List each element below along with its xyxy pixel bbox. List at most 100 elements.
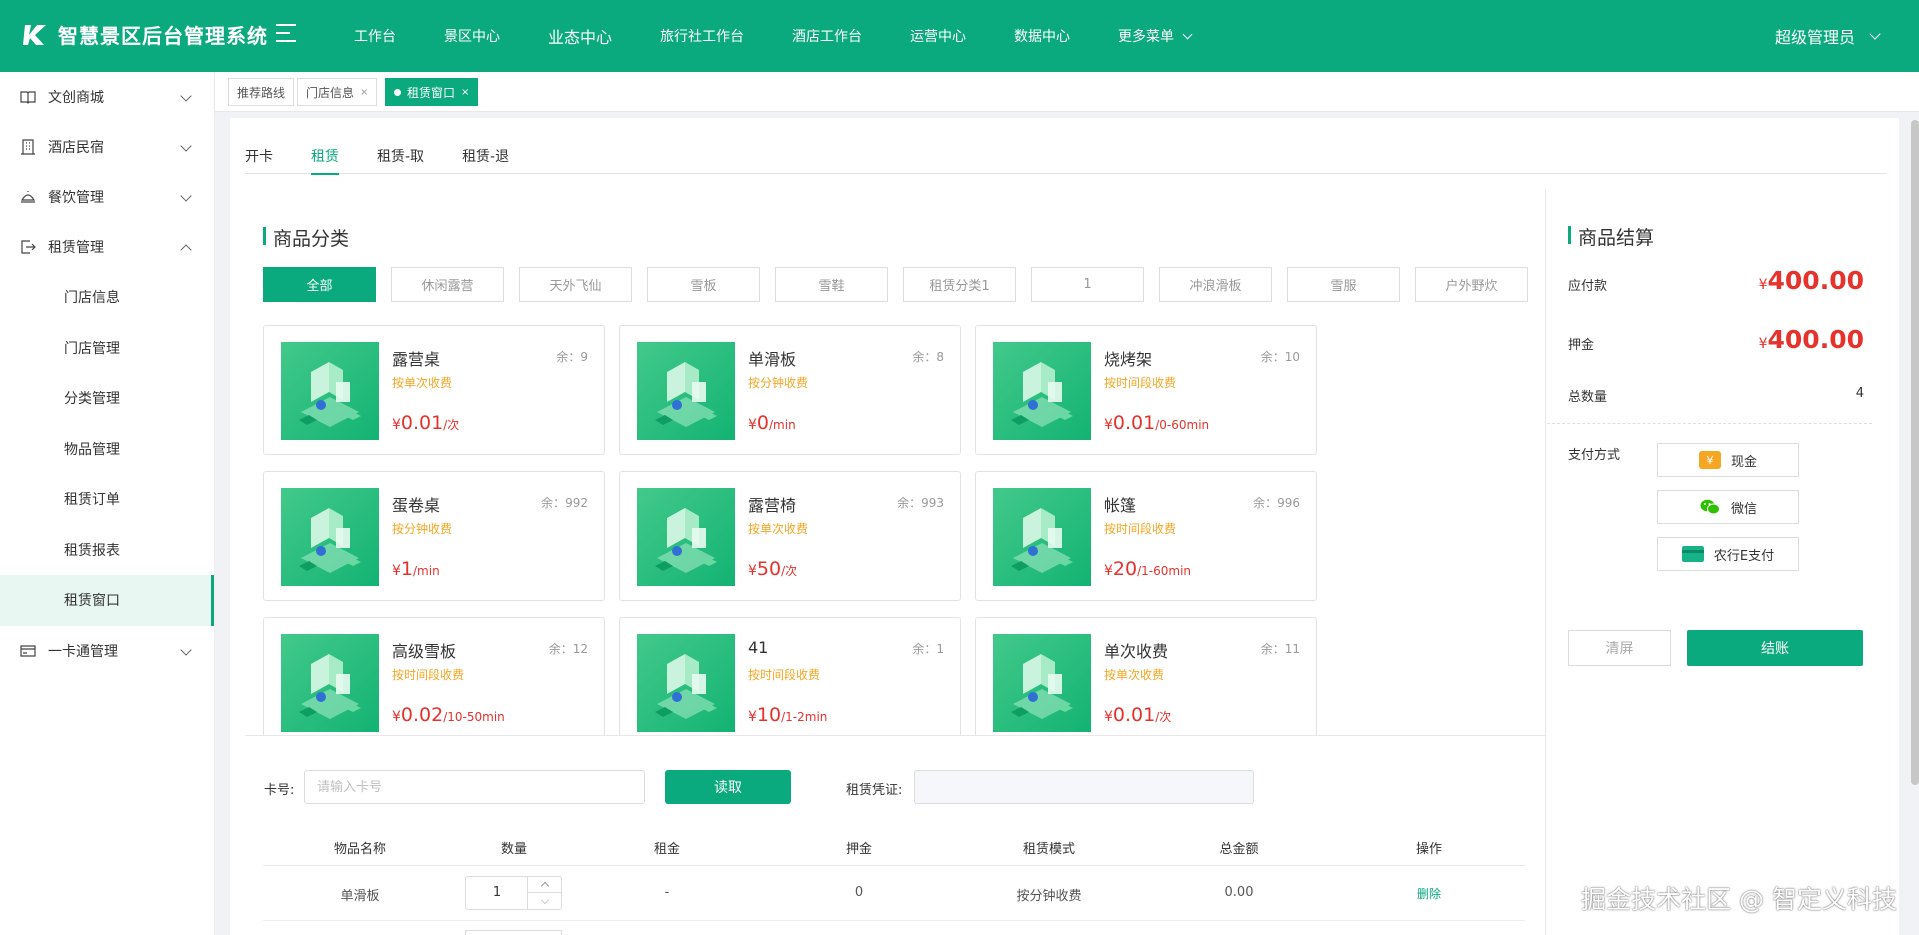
sidebar-item-rental-window[interactable]: 租赁窗口 — [0, 575, 214, 626]
sidebar-item-store-info[interactable]: 门店信息 — [0, 272, 214, 323]
tag-label: 门店信息 — [306, 85, 355, 100]
goods-card[interactable]: 高级雪板 余：12 按时间段收费 ¥0.02/10-50min — [263, 617, 605, 735]
sidebar-item-rental-report[interactable]: 租赁报表 — [0, 525, 214, 576]
sub-tabs: 开卡 租赁 租赁-取 租赁-退 — [245, 140, 1887, 175]
goods-card[interactable]: 烧烤架 余：10 按时间段收费 ¥0.01/0-60min — [975, 325, 1317, 455]
nav-data-center[interactable]: 数据中心 — [990, 26, 1094, 46]
goods-illustration-icon — [299, 508, 361, 573]
column-header: 租赁模式 — [1022, 842, 1076, 857]
column-header: 总金额 — [1219, 842, 1259, 857]
goods-illustration-icon — [1011, 508, 1073, 573]
category-button[interactable]: 雪鞋 — [775, 267, 888, 302]
chevron-down-icon — [180, 90, 192, 102]
category-button[interactable]: 冲浪滑板 — [1159, 267, 1272, 302]
close-icon[interactable]: × — [360, 87, 368, 98]
tab-rent[interactable]: 租赁 — [311, 140, 339, 175]
category-button[interactable]: 天外飞仙 — [519, 267, 632, 302]
nav-operations[interactable]: 运营中心 — [886, 26, 990, 46]
goods-stock: 余：993 — [897, 496, 944, 510]
column-header: 租金 — [653, 842, 681, 857]
category-button[interactable]: 雪板 — [647, 267, 760, 302]
goods-card[interactable]: 单次收费 余：11 按单次收费 ¥0.01/次 — [975, 617, 1317, 735]
tag-rental-window[interactable]: 租赁窗口 × — [385, 78, 479, 106]
sidebar-item-category-manage[interactable]: 分类管理 — [0, 373, 214, 424]
goods-card[interactable]: 帐篷 余：996 按时间段收费 ¥20/1-60min — [975, 471, 1317, 601]
rental-voucher-field[interactable] — [914, 770, 1254, 804]
pay-cash-button[interactable]: ¥ 现金 — [1657, 443, 1799, 477]
delete-link[interactable]: 删除 — [1417, 885, 1441, 902]
category-button[interactable]: 1 — [1031, 267, 1144, 302]
goods-grid: 露营桌 余：9 按单次收费 ¥0.01/次 单滑板 余：8 按分钟收费 ¥0/m… — [263, 325, 1323, 735]
goods-name: 露营桌 — [392, 350, 441, 369]
goods-card[interactable]: 单滑板 余：8 按分钟收费 ¥0/min — [619, 325, 961, 455]
menu-toggle-icon[interactable] — [276, 24, 300, 46]
clear-screen-button[interactable]: 清屏 — [1568, 630, 1671, 666]
goods-price: ¥0/min — [748, 412, 796, 434]
goods-name: 露营椅 — [748, 496, 797, 515]
category-button[interactable]: 雪服 — [1287, 267, 1400, 302]
nav-more-menu[interactable]: 更多菜单 — [1094, 26, 1215, 46]
increment-icon[interactable] — [528, 877, 561, 893]
goods-illustration-icon — [1011, 654, 1073, 719]
category-button[interactable]: 租赁分类1 — [903, 267, 1016, 302]
category-all[interactable]: 全部 — [263, 267, 376, 302]
sidebar-group-label: 一卡通管理 — [48, 643, 118, 660]
quantity-value[interactable]: 1 — [466, 877, 528, 909]
goods-charge-mode: 按时间段收费 — [392, 668, 465, 682]
tag-store-info[interactable]: 门店信息 × — [297, 78, 378, 106]
app-logo[interactable]: 智慧景区后台管理系统 — [22, 20, 268, 49]
goods-image — [637, 634, 735, 732]
card-number-input[interactable] — [304, 770, 645, 804]
nav-hotel[interactable]: 酒店工作台 — [768, 26, 886, 46]
column-header: 押金 — [845, 842, 873, 857]
total-count-value: 4 — [1855, 386, 1864, 401]
amount-due-label: 应付款 — [1568, 279, 1608, 294]
goods-illustration-icon — [1011, 362, 1073, 427]
chevron-down-icon — [180, 140, 192, 152]
category-button[interactable]: 休闲露营 — [391, 267, 504, 302]
sidebar-item-goods-manage[interactable]: 物品管理 — [0, 424, 214, 475]
sidebar-group-dining[interactable]: 餐饮管理 — [0, 172, 214, 222]
sidebar-group-label: 酒店民宿 — [48, 140, 104, 156]
total-count-label: 总数量 — [1568, 390, 1608, 405]
top-nav: 工作台 景区中心 业态中心 旅行社工作台 酒店工作台 运营中心 数据中心 更多菜… — [330, 0, 1215, 72]
nav-scenic-center[interactable]: 景区中心 — [420, 26, 524, 46]
sidebar-item-rental-orders[interactable]: 租赁订单 — [0, 474, 214, 525]
goods-image — [637, 488, 735, 586]
sidebar-group-label: 租赁管理 — [48, 240, 104, 256]
sidebar-group-card[interactable]: 一卡通管理 — [0, 626, 214, 676]
payment-method-label: 支付方式 — [1568, 448, 1621, 463]
pay-abc-epay-button[interactable]: 农行E支付 — [1657, 537, 1799, 571]
goods-price: ¥0.01/0-60min — [1104, 412, 1210, 434]
panel-divider — [1545, 190, 1546, 935]
tab-open-card[interactable]: 开卡 — [245, 140, 273, 174]
checkout-button[interactable]: 结账 — [1687, 630, 1863, 666]
page-scrollbar[interactable] — [1911, 120, 1919, 785]
sidebar-group-rental[interactable]: 租赁管理 — [0, 222, 214, 272]
nav-workbench[interactable]: 工作台 — [330, 26, 420, 46]
goods-card[interactable]: 露营桌 余：9 按单次收费 ¥0.01/次 — [263, 325, 605, 455]
nav-business-center[interactable]: 业态中心 — [524, 24, 636, 48]
user-menu[interactable]: 超级管理员 — [1775, 24, 1881, 48]
goods-stock: 余：992 — [541, 496, 588, 510]
goods-image — [993, 342, 1091, 440]
nav-travel-agency[interactable]: 旅行社工作台 — [636, 26, 768, 46]
tab-rent-return[interactable]: 租赁-退 — [462, 140, 509, 174]
tab-rent-pickup[interactable]: 租赁-取 — [377, 140, 424, 174]
sidebar-item-store-manage[interactable]: 门店管理 — [0, 323, 214, 374]
pay-wechat-button[interactable]: 微信 — [1657, 490, 1799, 524]
quantity-stepper[interactable]: 1 — [465, 876, 562, 910]
decrement-icon[interactable] — [528, 893, 561, 909]
sidebar-group-creative-mall[interactable]: 文创商城 — [0, 72, 214, 122]
cell-rental-mode: 按分钟收费 — [1016, 889, 1082, 904]
sidebar-group-hotel[interactable]: 酒店民宿 — [0, 122, 214, 172]
tag-recommended-route[interactable]: 推荐路线 — [228, 78, 295, 106]
close-icon[interactable]: × — [461, 87, 469, 98]
read-card-button[interactable]: 读取 — [665, 770, 791, 804]
nav-more-label: 更多菜单 — [1118, 29, 1175, 45]
card-icon — [20, 644, 36, 657]
goods-card[interactable]: 蛋卷桌 余：992 按分钟收费 ¥1/min — [263, 471, 605, 601]
category-button[interactable]: 户外野炊 — [1415, 267, 1528, 302]
goods-card[interactable]: 41 余：1 按时间段收费 ¥10/1-2min — [619, 617, 961, 735]
goods-card[interactable]: 露营椅 余：993 按单次收费 ¥50/次 — [619, 471, 961, 601]
